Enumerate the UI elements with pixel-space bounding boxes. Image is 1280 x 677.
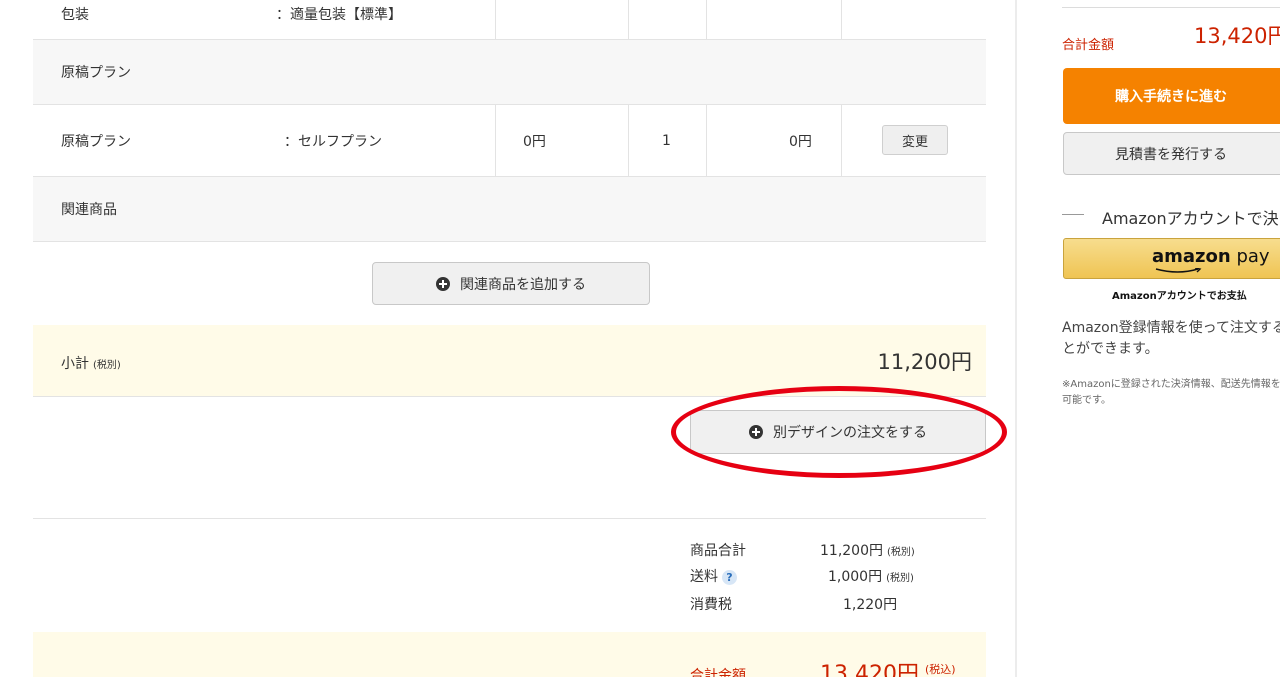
shipping-value: 1,000円 (税別)	[828, 566, 914, 586]
item-option: ：セルフプラン	[284, 133, 382, 150]
amazon-description: Amazon登録情報を使って注文することができます。	[1062, 320, 1280, 357]
subtotal-note: (税別)	[93, 360, 121, 371]
add-related-label: 関連商品を追加する	[460, 276, 586, 293]
amazon-heading: Amazonアカウントで決	[1102, 209, 1279, 228]
subtotal-label-text: 小計	[61, 356, 89, 372]
shipping-amount: 1,000円	[828, 569, 883, 585]
order-sidebar: 合計金額 13,420円 購入手続きに進む 見積書を発行する Amazonアカウ…	[1062, 0, 1280, 677]
tax-label: 消費税	[690, 597, 732, 613]
goods-total-note: (税別)	[887, 547, 915, 558]
amazon-caption: Amazonアカウントでお支払	[1112, 291, 1247, 302]
unit-price: 0円	[523, 133, 546, 150]
grand-total-label: 合計金額	[690, 668, 746, 677]
amazon-smile-icon	[1155, 268, 1202, 273]
question-icon[interactable]: ?	[722, 570, 737, 585]
shipping-label-text: 送料	[690, 569, 718, 585]
shipping-note: (税別)	[886, 573, 914, 584]
add-related-button[interactable]: 関連商品を追加する	[372, 262, 650, 305]
column-divider	[1015, 0, 1017, 677]
goods-total-label: 商品合計	[690, 543, 746, 559]
plus-circle-icon	[436, 276, 450, 291]
amazon-note: ※Amazonに登録された決済情報、配送先情報を使用可能です。	[1062, 379, 1280, 406]
add-related-row: 関連商品を追加する	[33, 242, 986, 325]
grand-total-note: (税込)	[924, 663, 956, 676]
item-name: 原稿プラン	[61, 133, 131, 150]
section-title: 関連商品	[61, 202, 117, 218]
item-option: ：適量包装【標準】	[276, 6, 402, 23]
plus-circle-icon	[749, 425, 763, 439]
shipping-label: 送料?	[690, 566, 737, 586]
another-design-label: 別デザインの注文をする	[773, 425, 927, 441]
subtotal-label: 小計 (税別)	[61, 353, 121, 373]
sidebar-total-label: 合計金額	[1062, 38, 1115, 53]
another-design-button[interactable]: 別デザインの注文をする	[690, 410, 986, 454]
subtotal-value: 11,200円	[877, 350, 972, 374]
table-row: 原稿プラン ：セルフプラン 0円 1 0円 変更	[33, 105, 986, 177]
change-button[interactable]: 変更	[882, 125, 948, 155]
grand-total-row: 合計金額 13,420円 (税込)	[33, 632, 986, 677]
estimate-button[interactable]: 見積書を発行する	[1063, 132, 1280, 175]
grand-total-value: 13,420円 (税込)	[820, 656, 956, 677]
amount: 0円	[789, 133, 812, 150]
goods-total-amount: 11,200円	[820, 543, 883, 559]
table-row: 包装 ：適量包装【標準】	[33, 0, 986, 40]
subtotal-row: 小計 (税別) 11,200円	[33, 325, 986, 397]
section-header-related: 関連商品	[33, 177, 986, 242]
amazon-logo-light: pay	[1230, 246, 1270, 267]
amazon-pay-button[interactable]: amazon pay	[1063, 238, 1280, 279]
cart-main: 包装 ：適量包装【標準】 原稿プラン 原稿プラン ：セルフプラン 0円 1 0円…	[33, 0, 1007, 677]
amazon-logo-bold: amazon	[1152, 246, 1231, 267]
item-name: 包装	[61, 6, 89, 23]
goods-total-value: 11,200円 (税別)	[820, 540, 915, 560]
tax-value: 1,220円	[843, 597, 898, 613]
section-title: 原稿プラン	[61, 65, 131, 81]
grand-total-amount: 13,420円	[820, 662, 919, 677]
sidebar-total-value: 13,420円	[1194, 24, 1280, 48]
amazon-pay-logo: amazon pay	[1152, 246, 1270, 267]
checkout-button[interactable]: 購入手続きに進む	[1063, 68, 1280, 124]
section-header-manuscript: 原稿プラン	[33, 40, 986, 105]
quantity: 1	[662, 132, 671, 149]
